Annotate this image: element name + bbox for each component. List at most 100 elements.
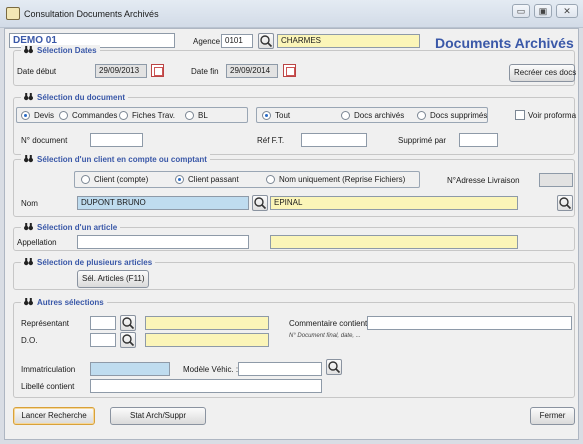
stat-button[interactable]: Stat Arch/Suppr	[110, 407, 206, 425]
representant-code-field[interactable]	[90, 316, 116, 330]
radio-fiches-trav[interactable]	[119, 111, 128, 120]
immatriculation-field[interactable]	[90, 362, 170, 376]
date-debut-field[interactable]: 29/09/2013	[95, 64, 147, 78]
radio-client-passant[interactable]	[175, 175, 184, 184]
date-fin-label: Date fin	[191, 67, 219, 76]
nom-field[interactable]: DUPONT BRUNO	[77, 196, 249, 210]
adresse-livraison-label: N°Adresse Livraison	[447, 176, 520, 185]
do-search-button[interactable]	[120, 332, 136, 348]
magnifier-icon	[559, 197, 572, 210]
app-icon	[6, 7, 20, 20]
radio-client-compte-label: Client (compte)	[94, 175, 149, 184]
binoculars-icon	[24, 155, 33, 163]
voir-proforma-checkbox[interactable]	[515, 110, 525, 120]
appellation-desc-field[interactable]	[270, 235, 518, 249]
autres-group-title: Autres sélections	[21, 297, 107, 308]
ville-field[interactable]: EPINAL	[270, 196, 518, 210]
representant-name-field[interactable]	[145, 316, 269, 330]
representant-search-button[interactable]	[120, 315, 136, 331]
ref-ft-label: Réf F.T.	[257, 136, 285, 145]
radio-docs-supprimes-label: Docs supprimés	[430, 111, 488, 120]
ville-search-button[interactable]	[557, 195, 573, 211]
do-code-field[interactable]	[90, 333, 116, 347]
ref-ft-field[interactable]	[301, 133, 367, 147]
libelle-field[interactable]	[90, 379, 322, 393]
radio-client-passant-label: Client passant	[188, 175, 239, 184]
minimize-button[interactable]: ▭	[512, 4, 530, 18]
agence-code-field[interactable]: 0101	[221, 34, 253, 48]
client-search-button[interactable]	[252, 195, 268, 211]
supprime-par-label: Supprimé par	[398, 136, 447, 145]
radio-docs-archives[interactable]	[341, 111, 350, 120]
radio-nom-uniquement[interactable]	[266, 175, 275, 184]
radio-tout-label: Tout	[275, 111, 291, 120]
immatriculation-label: Immatriculation	[21, 365, 76, 374]
window-body: DEMO 01 Agence 0101 CHARMES Documents Ar…	[4, 28, 579, 440]
binoculars-icon	[24, 258, 33, 266]
article-title: Sélection d'un article	[37, 223, 118, 232]
do-label: D.O.	[21, 336, 38, 345]
agence-search-button[interactable]	[258, 33, 274, 49]
article-group-title: Sélection d'un article	[21, 222, 121, 233]
articles-title: Sélection de plusieurs articles	[37, 258, 153, 267]
close-button[interactable]: Fermer	[530, 407, 575, 425]
magnifier-icon	[122, 334, 135, 347]
binoculars-icon	[24, 223, 33, 231]
num-document-field[interactable]	[90, 133, 143, 147]
radio-nom-uniquement-label: Nom uniquement (Reprise Fichiers)	[279, 175, 406, 184]
dates-title: Sélection Dates	[37, 46, 97, 55]
libelle-label: Libellé contient	[21, 382, 75, 391]
calendar-icon[interactable]	[283, 64, 296, 77]
client-title: Sélection d'un client en compte ou compt…	[37, 155, 207, 164]
nom-label: Nom	[21, 199, 38, 208]
representant-label: Représentant	[21, 319, 70, 328]
magnifier-icon	[254, 197, 267, 210]
adresse-livraison-field[interactable]	[539, 173, 573, 187]
radio-commandes-label: Commandes	[72, 111, 118, 120]
supprime-par-field[interactable]	[459, 133, 498, 147]
articles-group-title: Sélection de plusieurs articles	[21, 257, 156, 268]
title-bar: Consultation Documents Archivés ▭ ▣ ✕	[0, 0, 583, 28]
autres-title: Autres sélections	[37, 298, 104, 307]
appellation-label: Appellation	[17, 238, 57, 247]
client-group-title: Sélection d'un client en compte ou compt…	[21, 154, 210, 165]
modele-vehic-label: Modèle Véhic. :	[183, 365, 239, 374]
magnifier-icon	[328, 361, 341, 374]
select-articles-button[interactable]: Sél. Articles (F11)	[77, 270, 149, 288]
binoculars-icon	[24, 298, 33, 306]
dates-group-title: Sélection Dates	[21, 45, 100, 56]
recreate-docs-button[interactable]: Recréer ces docs	[509, 64, 576, 82]
radio-fiches-trav-label: Fiches Trav.	[132, 111, 175, 120]
radio-commandes[interactable]	[59, 111, 68, 120]
search-button[interactable]: Lancer Recherche	[13, 407, 95, 425]
num-document-label: N° document	[21, 136, 68, 145]
agence-name-field[interactable]: CHARMES	[277, 34, 420, 48]
modele-search-button[interactable]	[326, 359, 342, 375]
agence-label: Agence	[193, 37, 221, 46]
magnifier-icon	[260, 35, 273, 48]
close-window-button[interactable]: ✕	[556, 4, 578, 18]
commentaire-field[interactable]	[367, 316, 572, 330]
binoculars-icon	[24, 46, 33, 54]
do-name-field[interactable]	[145, 333, 269, 347]
modele-vehic-field[interactable]	[238, 362, 322, 376]
document-group-title: Sélection du document	[21, 92, 129, 103]
binoculars-icon	[24, 93, 33, 101]
radio-docs-archives-label: Docs archivés	[354, 111, 405, 120]
window-title: Consultation Documents Archivés	[24, 9, 159, 19]
document-title: Sélection du document	[37, 93, 126, 102]
radio-devis[interactable]	[21, 111, 30, 120]
radio-bl[interactable]	[185, 111, 194, 120]
radio-devis-label: Devis	[34, 111, 55, 120]
maximize-button[interactable]: ▣	[534, 4, 552, 18]
radio-client-compte[interactable]	[81, 175, 90, 184]
commentaire-label: Commentaire contient	[289, 319, 368, 328]
voir-proforma-label: Voir proforma	[528, 111, 577, 120]
date-fin-field[interactable]: 29/09/2014	[226, 64, 278, 78]
calendar-icon[interactable]	[151, 64, 164, 77]
appellation-field[interactable]	[77, 235, 249, 249]
radio-tout[interactable]	[262, 111, 271, 120]
radio-docs-supprimes[interactable]	[417, 111, 426, 120]
commentaire-hint: N° Document final, date, ...	[289, 333, 361, 339]
radio-bl-label: BL	[198, 111, 208, 120]
